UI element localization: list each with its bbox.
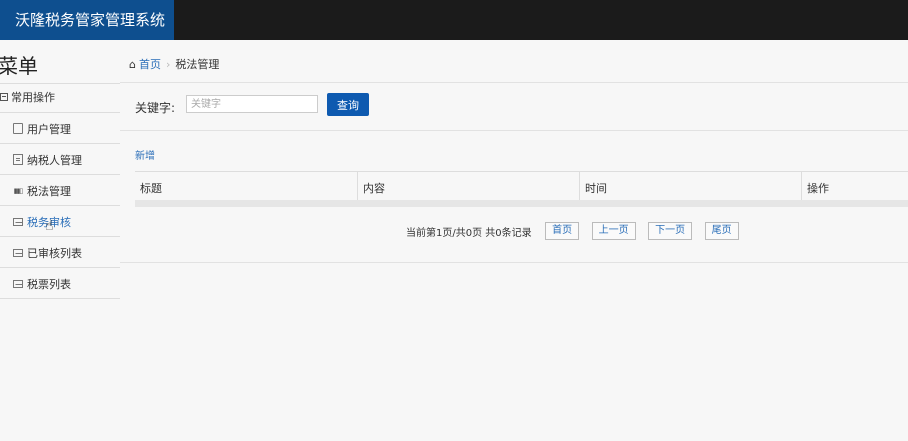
hand-cursor-icon: ☝ [45,218,54,234]
menu-title: 菜单 [0,54,38,78]
next-page-button[interactable]: 下一页 [648,222,693,240]
sidebar-item-tax-law-management[interactable]: 税法管理 [0,175,120,206]
first-page-button[interactable]: 首页 [545,222,580,240]
prev-page-button[interactable]: 上一页 [591,222,636,240]
envelope-icon [13,218,23,226]
column-header-action: 操作 [801,172,908,200]
home-icon: ⌂ [129,58,136,71]
search-button[interactable]: 查询 [327,93,369,116]
sidebar-item-tax-invoice-list[interactable]: 税票列表 [0,268,120,299]
top-bar: 沃隆税务管家管理系统 [0,0,908,40]
sidebar: 菜单 常用操作 用户管理 纳税人管理 税法管理 税务审核 已审核列表 税票列表 … [0,40,120,441]
column-header-content: 内容 [357,172,579,200]
sidebar-item-label: 已审核列表 [27,247,82,260]
bar-chart-icon [13,185,23,196]
data-table: 标题 内容 时间 操作 [135,171,908,207]
app-title[interactable]: 沃隆税务管家管理系统 [0,0,174,40]
add-link[interactable]: 新增 [135,147,155,162]
sidebar-item-label: 纳税人管理 [27,154,82,167]
envelope-icon [13,249,23,257]
keyword-label: 关键字: [135,101,176,115]
breadcrumb-separator: › [165,58,171,71]
sidebar-item-tax-review[interactable]: 税务审核 [0,206,120,237]
sidebar-item-taxpayer-management[interactable]: 纳税人管理 [0,144,120,175]
table-header: 标题 内容 时间 操作 [135,172,908,201]
file-icon [13,123,23,134]
table-footer-band [135,200,908,207]
keyword-input[interactable] [186,95,318,113]
envelope-icon [13,280,23,288]
last-page-button[interactable]: 尾页 [704,222,739,240]
column-header-title: 标题 [140,182,162,195]
breadcrumb-home-link[interactable]: 首页 [139,58,161,71]
list-icon [13,154,23,165]
breadcrumb: ⌂ 首页 › 税法管理 [129,56,219,72]
divider [120,82,908,83]
sidebar-item-label: 税票列表 [27,278,71,291]
menu-group-label: 常用操作 [11,91,55,104]
main-content: ⌂首页›税法管理 关键字: 查询 新增 标题 内容 时间 操作 当前第1页/共0… [120,40,908,441]
breadcrumb-current: 税法管理 [175,58,220,71]
sidebar-item-label: 用户管理 [27,123,71,136]
sidebar-item-reviewed-list[interactable]: 已审核列表 [0,237,120,268]
menu-group-common[interactable]: 常用操作 [0,83,120,113]
minus-square-icon [0,93,8,101]
divider [120,262,908,263]
pagination: 当前第1页/共0页 共0条记录 首页 上一页 下一页 尾页 [406,222,748,242]
divider [120,130,908,131]
sidebar-item-user-management[interactable]: 用户管理 [0,113,120,144]
column-header-time: 时间 [579,172,801,200]
pagination-info: 当前第1页/共0页 共0条记录 [406,227,532,239]
sidebar-item-label: 税法管理 [27,185,71,198]
